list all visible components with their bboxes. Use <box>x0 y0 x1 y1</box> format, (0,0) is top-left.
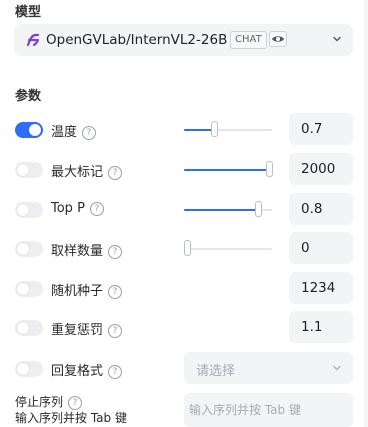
eye-icon <box>269 31 287 47</box>
slider-thumb[interactable] <box>254 201 262 217</box>
toggle-knob <box>17 243 29 255</box>
help-icon[interactable]: ? <box>108 324 123 338</box>
help-icon[interactable]: ? <box>108 365 123 379</box>
slider-thumb[interactable] <box>266 161 273 177</box>
param-row-num-samples: 取样数量? 0 <box>0 232 364 264</box>
toggle-knob <box>17 164 29 176</box>
seed-value-input[interactable]: 1234 <box>289 272 353 304</box>
stop-sequences-input[interactable]: 输入序列并按 Tab 键 <box>184 393 353 427</box>
response-format-label: 回复格式? <box>51 360 123 379</box>
model-select[interactable]: OpenGVLab/InternVL2-26B CHAT <box>14 24 353 56</box>
toggle-knob <box>17 283 29 295</box>
response-format-toggle[interactable] <box>15 361 43 377</box>
num-samples-label: 取样数量? <box>51 240 123 259</box>
toggle-knob <box>17 363 29 375</box>
slider-thumb[interactable] <box>184 240 191 256</box>
param-row-seed: 随机种子? 1234 <box>0 272 364 304</box>
help-icon[interactable]: ? <box>89 202 104 216</box>
param-row-top-p: Top P? 0.8 <box>0 193 364 225</box>
stop-sequences-hint: 输入序列并按 Tab 键 <box>15 411 127 425</box>
help-icon[interactable]: ? <box>82 126 97 140</box>
seed-toggle[interactable] <box>15 281 43 297</box>
stop-sequences-placeholder: 输入序列并按 Tab 键 <box>189 403 301 417</box>
top-p-slider[interactable] <box>184 201 272 217</box>
repetition-penalty-toggle[interactable] <box>15 320 43 336</box>
param-row-max-tokens: 最大标记? 2000 <box>0 153 364 185</box>
model-section-title: 模型 <box>15 5 42 20</box>
stop-sequences-label: 停止序列? <box>15 393 83 410</box>
select-placeholder: 请选择 <box>196 364 236 379</box>
help-icon[interactable]: ? <box>108 166 123 180</box>
settings-panel: 模型 OpenGVLab/InternVL2-26B CHAT 参数 温度? 0.… <box>0 0 364 427</box>
num-samples-toggle[interactable] <box>15 241 43 257</box>
help-icon[interactable]: ? <box>108 245 123 259</box>
temperature-label: 温度? <box>51 121 97 140</box>
top-p-value-input[interactable]: 0.8 <box>289 193 353 225</box>
chat-badge: CHAT <box>230 31 267 49</box>
param-row-repetition-penalty: 重复惩罚? 1.1 <box>0 311 364 343</box>
temperature-value-input[interactable]: 0.7 <box>289 113 353 145</box>
toggle-knob <box>17 204 29 216</box>
response-format-select[interactable]: 请选择 <box>184 352 353 384</box>
chevron-down-icon <box>333 365 341 371</box>
params-section-title: 参数 <box>15 89 42 104</box>
toggle-knob <box>17 322 29 334</box>
repetition-penalty-label: 重复惩罚? <box>51 319 123 338</box>
max-tokens-value-input[interactable]: 2000 <box>289 153 353 185</box>
top-p-label: Top P? <box>51 201 104 216</box>
temperature-slider[interactable] <box>184 121 272 137</box>
param-row-temperature: 温度? 0.7 <box>0 113 364 145</box>
slider-thumb[interactable] <box>210 121 218 137</box>
num-samples-value-input[interactable]: 0 <box>289 232 353 264</box>
top-p-toggle[interactable] <box>15 202 43 218</box>
slider-fill <box>184 209 259 211</box>
model-logo-icon <box>26 33 40 47</box>
max-tokens-slider[interactable] <box>184 161 273 177</box>
model-name: OpenGVLab/InternVL2-26B <box>46 32 228 48</box>
seed-label: 随机种子? <box>51 280 123 299</box>
temperature-toggle[interactable] <box>15 122 43 138</box>
toggle-knob <box>29 124 41 136</box>
repetition-penalty-value-input[interactable]: 1.1 <box>289 311 353 343</box>
max-tokens-label: 最大标记? <box>51 161 123 180</box>
chevron-down-icon <box>333 36 341 42</box>
num-samples-slider[interactable] <box>184 240 272 256</box>
help-icon[interactable]: ? <box>108 285 123 299</box>
slider-fill <box>184 169 272 171</box>
max-tokens-toggle[interactable] <box>15 162 43 178</box>
param-row-response-format: 回复格式? 请选择 <box>0 352 364 384</box>
help-icon[interactable]: ? <box>68 396 83 410</box>
